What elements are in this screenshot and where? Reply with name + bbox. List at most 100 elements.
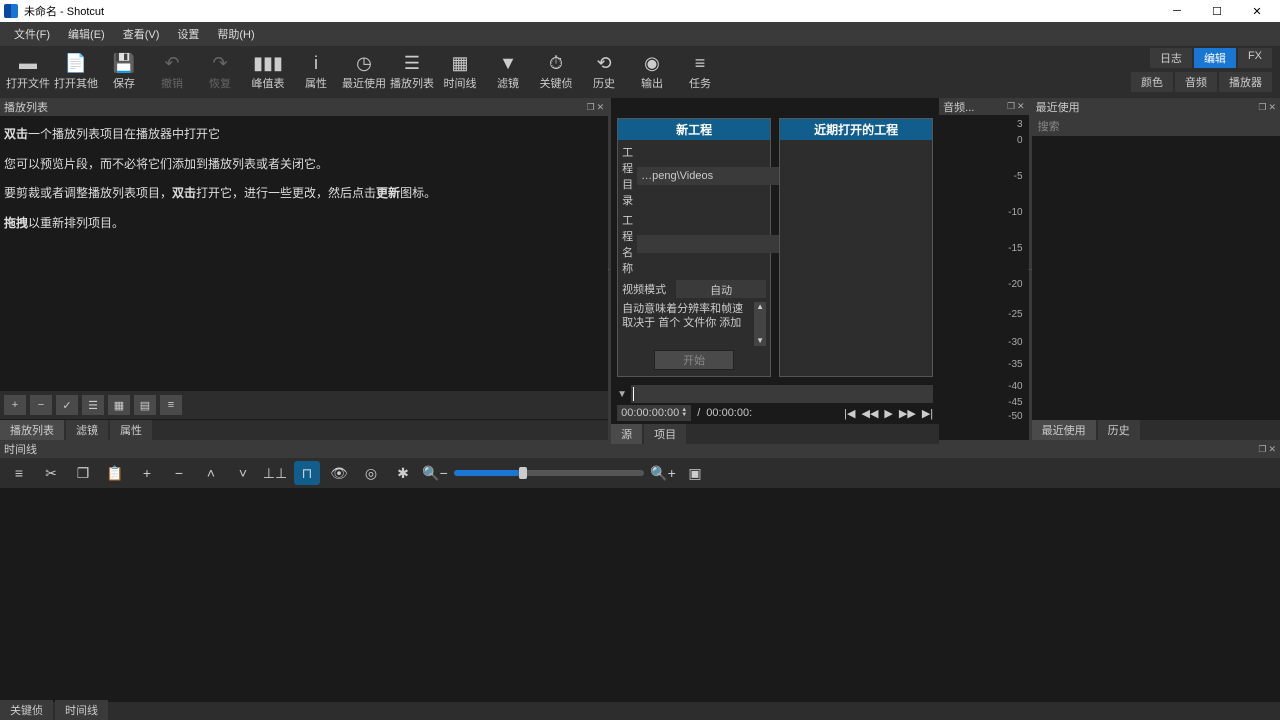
cut-button[interactable]: ✂ bbox=[38, 461, 64, 485]
add-button[interactable]: + bbox=[4, 395, 26, 415]
total-timecode: 00:00:00: bbox=[706, 407, 752, 419]
skip-end-button[interactable]: ▶| bbox=[922, 407, 933, 420]
start-button[interactable]: 开始 bbox=[654, 350, 734, 370]
menu-help[interactable]: 帮助(H) bbox=[209, 24, 262, 44]
player-tab[interactable]: 播放器 bbox=[1219, 72, 1272, 92]
tab-history[interactable]: 历史 bbox=[1098, 420, 1140, 440]
close-icon[interactable]: ✕ bbox=[1268, 444, 1276, 455]
name-input[interactable] bbox=[637, 235, 787, 253]
step-back-button[interactable]: ◀◀ bbox=[862, 407, 879, 420]
file-plus-icon: 📄 bbox=[65, 53, 87, 73]
ripple-button[interactable]: ◎ bbox=[358, 461, 384, 485]
filter-icon: ▼ bbox=[499, 53, 517, 73]
info-icon: i bbox=[314, 53, 318, 73]
main-area: 播放列表 ❐✕ 双击一个播放列表项目在播放器中打开它 您可以预览片段，而不必将它… bbox=[0, 98, 1280, 440]
tab-playlist[interactable]: 播放列表 bbox=[0, 420, 64, 440]
lift-button[interactable]: ˄ bbox=[198, 461, 224, 485]
maximize-button[interactable]: ☐ bbox=[1198, 0, 1236, 22]
redo-button[interactable]: ↷恢复 bbox=[196, 48, 244, 96]
timeline-toolbar: ≡ ✂ ❐ 📋 + − ˄ ˅ ⊥⊥ ⊓ 👁 ◎ ✱ 🔍− 🔍+ ▣ bbox=[0, 458, 1280, 488]
zoom-in-button[interactable]: 🔍+ bbox=[650, 461, 676, 485]
seek-bar[interactable] bbox=[631, 385, 933, 403]
restore-icon[interactable]: ❐ bbox=[1258, 102, 1266, 113]
close-icon[interactable]: ✕ bbox=[1268, 102, 1276, 113]
note-scrollbar[interactable]: ▲▼ bbox=[754, 302, 766, 346]
close-icon[interactable]: ✕ bbox=[597, 102, 605, 113]
fx-tab[interactable]: FX bbox=[1238, 48, 1272, 68]
split-button[interactable]: ⊥⊥ bbox=[262, 461, 288, 485]
tab-timeline[interactable]: 时间线 bbox=[55, 700, 108, 720]
restore-icon[interactable]: ❐ bbox=[1258, 444, 1266, 455]
export-button[interactable]: ◉输出 bbox=[628, 48, 676, 96]
recent-project-tab: 近期打开的工程 bbox=[780, 119, 932, 140]
grid-view-button[interactable]: ▦ bbox=[108, 395, 130, 415]
tab-filters[interactable]: 滤镜 bbox=[66, 420, 108, 440]
log-tab[interactable]: 日志 bbox=[1150, 48, 1192, 68]
open-other-button[interactable]: 📄打开其他 bbox=[52, 48, 100, 96]
menu-file[interactable]: 文件(F) bbox=[6, 24, 58, 44]
zoom-out-button[interactable]: 🔍− bbox=[422, 461, 448, 485]
minimize-button[interactable]: ─ bbox=[1158, 0, 1196, 22]
tab-source[interactable]: 源 bbox=[611, 424, 642, 444]
keyframes-button[interactable]: ⏱关键侦 bbox=[532, 48, 580, 96]
step-fwd-button[interactable]: ▶▶ bbox=[899, 407, 916, 420]
detail-view-button[interactable]: ▤ bbox=[134, 395, 156, 415]
scrub-button[interactable]: 👁 bbox=[326, 461, 352, 485]
playlist-button[interactable]: ☰播放列表 bbox=[388, 48, 436, 96]
titlebar: 未命名 - Shotcut ─ ☐ ✕ bbox=[0, 0, 1280, 22]
jobs-button[interactable]: ≡任务 bbox=[676, 48, 724, 96]
chevron-down-icon[interactable]: ▼ bbox=[617, 389, 627, 400]
new-project-tab: 新工程 bbox=[618, 119, 770, 140]
recent-button[interactable]: ◷最近使用 bbox=[340, 48, 388, 96]
delete-button[interactable]: − bbox=[166, 461, 192, 485]
compact-view-button[interactable]: ≡ bbox=[160, 395, 182, 415]
overwrite-button[interactable]: ˅ bbox=[230, 461, 256, 485]
dir-input[interactable] bbox=[637, 167, 787, 185]
tab-project[interactable]: 项目 bbox=[644, 424, 686, 444]
list-view-button[interactable]: ☰ bbox=[82, 395, 104, 415]
open-file-button[interactable]: ▬打开文件 bbox=[4, 48, 52, 96]
app-icon bbox=[4, 4, 18, 18]
append-button[interactable]: + bbox=[134, 461, 160, 485]
menu-button[interactable]: ≡ bbox=[6, 461, 32, 485]
audio-tab[interactable]: 音频 bbox=[1175, 72, 1217, 92]
color-tab[interactable]: 颜色 bbox=[1131, 72, 1173, 92]
timeline-body[interactable] bbox=[0, 488, 1280, 702]
recent-search[interactable]: 搜索 bbox=[1032, 116, 1280, 136]
mode-label: 视频模式 bbox=[622, 281, 672, 297]
restore-icon[interactable]: ❐ bbox=[587, 102, 595, 113]
tab-recent[interactable]: 最近使用 bbox=[1032, 420, 1096, 440]
filters-button[interactable]: ▼滤镜 bbox=[484, 48, 532, 96]
menu-settings[interactable]: 设置 bbox=[169, 24, 207, 44]
restore-icon[interactable]: ❐ bbox=[1007, 101, 1015, 112]
copy-button[interactable]: ❐ bbox=[70, 461, 96, 485]
ripple-all-button[interactable]: ✱ bbox=[390, 461, 416, 485]
zoom-fit-button[interactable]: ▣ bbox=[682, 461, 708, 485]
playlist-help: 双击一个播放列表项目在播放器中打开它 您可以预览片段，而不必将它们添加到播放列表… bbox=[0, 116, 608, 391]
paste-button[interactable]: 📋 bbox=[102, 461, 128, 485]
menu-edit[interactable]: 编辑(E) bbox=[60, 24, 113, 44]
peak-button[interactable]: ▮▮▮峰值表 bbox=[244, 48, 292, 96]
props-button[interactable]: i属性 bbox=[292, 48, 340, 96]
mode-select[interactable]: 自动 bbox=[676, 280, 766, 298]
audio-panel-title: 音频... bbox=[943, 99, 974, 115]
skip-start-button[interactable]: |◀ bbox=[844, 407, 855, 420]
undo-button[interactable]: ↶撤销 bbox=[148, 48, 196, 96]
tab-props[interactable]: 属性 bbox=[110, 420, 152, 440]
snap-button[interactable]: ⊓ bbox=[294, 461, 320, 485]
check-button[interactable]: ✓ bbox=[56, 395, 78, 415]
menu-view[interactable]: 查看(V) bbox=[115, 24, 168, 44]
edit-tab[interactable]: 编辑 bbox=[1194, 48, 1236, 68]
history-button[interactable]: ⟲历史 bbox=[580, 48, 628, 96]
timeline-button[interactable]: ▦时间线 bbox=[436, 48, 484, 96]
zoom-slider[interactable] bbox=[454, 470, 644, 476]
project-note: 自动意味着分辨率和帧速取决于 首个 文件你 添加▲▼ bbox=[622, 302, 766, 346]
close-icon[interactable]: ✕ bbox=[1017, 101, 1025, 112]
current-timecode[interactable]: 00:00:00:00▲▼ bbox=[617, 405, 691, 421]
export-icon: ◉ bbox=[644, 53, 660, 73]
play-button[interactable]: ▶ bbox=[884, 407, 892, 420]
remove-button[interactable]: − bbox=[30, 395, 52, 415]
close-button[interactable]: ✕ bbox=[1238, 0, 1276, 22]
tab-keyframes[interactable]: 关键侦 bbox=[0, 700, 53, 720]
save-button[interactable]: 💾保存 bbox=[100, 48, 148, 96]
